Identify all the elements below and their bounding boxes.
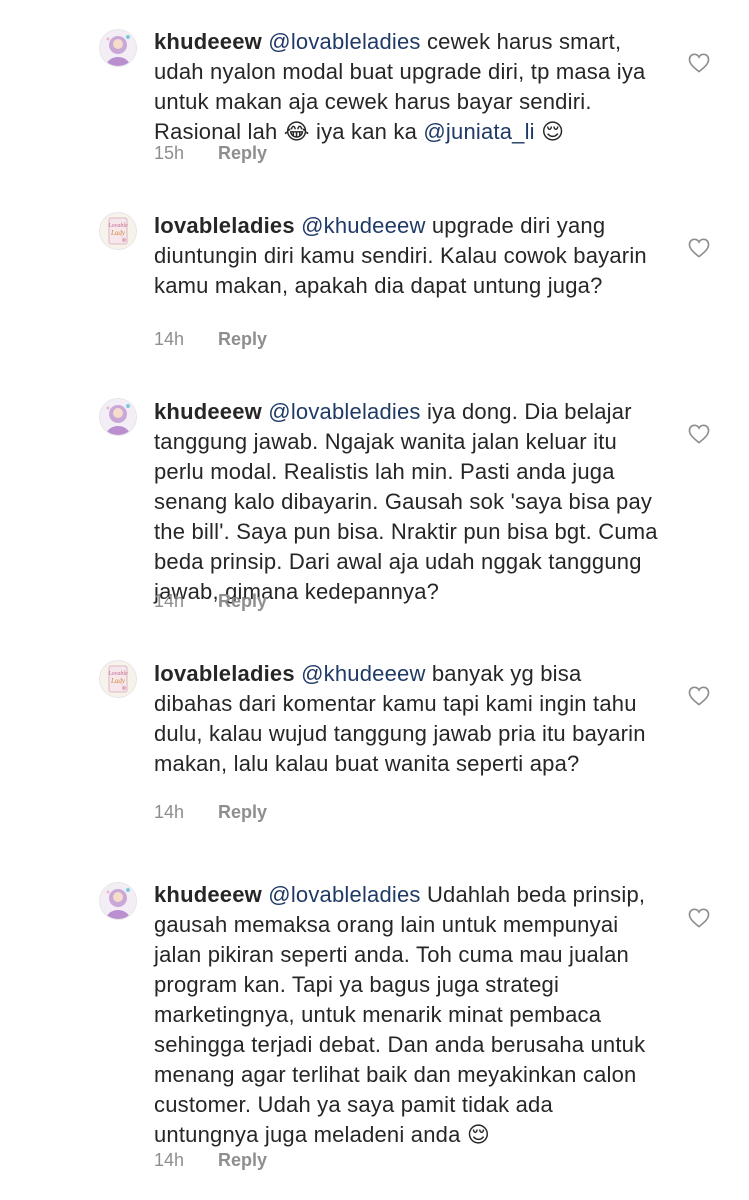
hijab-woman-avatar-icon [100, 883, 136, 919]
comment-timestamp: 14h [154, 329, 185, 349]
comment-text: lovableladies @khudeeew banyak yg bisa d… [154, 659, 659, 779]
comment-timestamp: 14h [154, 591, 185, 611]
comment-body: Udahlah beda prinsip, gausah memaksa ora… [154, 882, 646, 1147]
like-heart-icon[interactable] [688, 908, 710, 928]
reply-button[interactable]: Reply [218, 802, 267, 823]
comment-meta: 14h Reply [154, 1150, 267, 1171]
comment-username[interactable]: khudeeew [154, 882, 262, 907]
comment-body: iya dong. Dia belajar tanggung jawab. Ng… [154, 399, 658, 604]
hijab-woman-avatar-icon [100, 30, 136, 66]
like-heart-icon[interactable] [688, 686, 710, 706]
comment-meta: 14h Reply [154, 591, 267, 612]
avatar-khudeeew[interactable] [99, 882, 137, 920]
avatar-khudeeew[interactable] [99, 29, 137, 67]
comment-username[interactable]: khudeeew [154, 29, 262, 54]
reply-button[interactable]: Reply [218, 143, 267, 164]
hijab-woman-avatar-icon [100, 399, 136, 435]
avatar-khudeeew[interactable] [99, 398, 137, 436]
avatar-lovableladies[interactable]: Lovable Lady [99, 212, 137, 250]
relieved-face-emoji-icon: 😌 [541, 120, 565, 145]
comment-text: lovableladies @khudeeew upgrade diri yan… [154, 211, 659, 301]
comment-username[interactable]: lovableladies [154, 661, 295, 686]
comment-timestamp: 14h [154, 802, 185, 822]
comment-mention[interactable]: @khudeeew [301, 213, 425, 238]
comment-username[interactable]: lovableladies [154, 213, 295, 238]
comment-body-2: iya kan ka [316, 119, 418, 144]
reply-button[interactable]: Reply [218, 329, 267, 350]
lovable-lady-book-avatar-icon: Lovable Lady [100, 661, 136, 697]
comment-meta: 14h Reply [154, 329, 267, 350]
svg-text:Lady: Lady [110, 677, 126, 685]
comment-username[interactable]: khudeeew [154, 399, 262, 424]
comment-text: khudeeew @lovableladies cewek harus smar… [154, 27, 659, 148]
relieved-face-emoji-icon: 😌 [466, 1123, 490, 1148]
like-heart-icon[interactable] [688, 53, 710, 73]
avatar-lovableladies[interactable]: Lovable Lady [99, 660, 137, 698]
comment-mention[interactable]: @lovableladies [268, 882, 420, 907]
comment-meta: 14h Reply [154, 802, 267, 823]
comment-text: khudeeew @lovableladies Udahlah beda pri… [154, 880, 659, 1151]
tears-of-joy-emoji-icon: 😂 [283, 120, 310, 145]
comment-mention-2[interactable]: @juniata_li [423, 119, 534, 144]
comment-mention[interactable]: @lovableladies [268, 29, 420, 54]
reply-button[interactable]: Reply [218, 591, 267, 612]
comment-text: khudeeew @lovableladies iya dong. Dia be… [154, 397, 659, 607]
comment-timestamp: 15h [154, 143, 185, 163]
lovable-lady-book-avatar-icon: Lovable Lady [100, 213, 136, 249]
comment-timestamp: 14h [154, 1150, 185, 1170]
reply-button[interactable]: Reply [218, 1150, 267, 1171]
like-heart-icon[interactable] [688, 424, 710, 444]
svg-text:Lady: Lady [110, 229, 126, 237]
comment-mention[interactable]: @lovableladies [268, 399, 420, 424]
comment-meta: 15h Reply [154, 143, 267, 164]
comment-mention[interactable]: @khudeeew [301, 661, 425, 686]
like-heart-icon[interactable] [688, 238, 710, 258]
